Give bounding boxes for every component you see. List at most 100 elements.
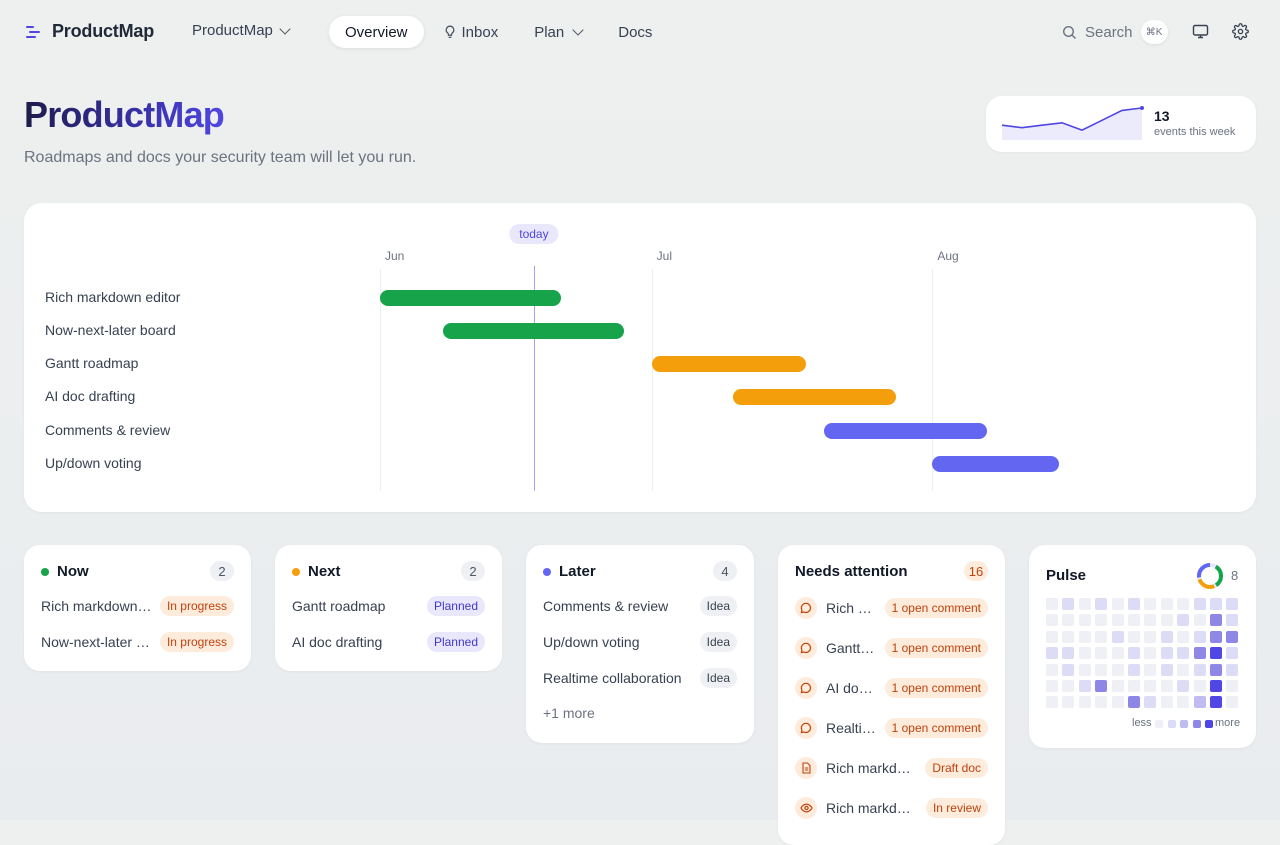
board-item[interactable]: Rich markdown editor In progress bbox=[41, 595, 234, 617]
attention-item[interactable]: Realtime collaboration 1 open comment bbox=[795, 716, 988, 740]
heatmap-cell bbox=[1160, 696, 1173, 709]
pulse-ring-icon bbox=[1197, 563, 1223, 589]
tab-inbox[interactable]: Inbox bbox=[428, 16, 515, 48]
roadmap-bar[interactable] bbox=[823, 423, 987, 439]
heatmap-cell bbox=[1226, 680, 1239, 692]
column-header: Next bbox=[292, 563, 341, 580]
roadmap-bar[interactable] bbox=[443, 323, 625, 339]
roadmap-row-label[interactable]: Now-next-later board bbox=[45, 322, 176, 338]
column-count: 4 bbox=[713, 561, 737, 581]
settings-button[interactable] bbox=[1231, 22, 1249, 40]
heatmap-cell bbox=[1078, 696, 1091, 709]
roadmap-row-label[interactable]: Comments & review bbox=[45, 422, 170, 438]
board-item[interactable]: Comments & review Idea bbox=[543, 595, 737, 617]
heatmap-cell bbox=[1128, 663, 1140, 676]
status-badge: In progress bbox=[159, 596, 234, 616]
attention-item[interactable]: Gantt roadmap 1 open comment bbox=[795, 636, 988, 660]
heatmap-cell bbox=[1128, 680, 1140, 692]
attention-item[interactable]: Rich markdown editor Draft doc bbox=[795, 756, 988, 780]
heatmap-cell bbox=[1128, 614, 1140, 627]
heatmap-cell bbox=[1111, 696, 1124, 709]
attention-badge: 1 open comment bbox=[884, 718, 988, 738]
tab-inbox-label: Inbox bbox=[461, 23, 499, 41]
attention-item[interactable]: AI doc drafting 1 open comment bbox=[795, 676, 988, 700]
roadmap-row-label[interactable]: Rich markdown editor bbox=[45, 289, 180, 305]
roadmap-row-label[interactable]: AI doc drafting bbox=[45, 388, 135, 404]
column-header: Now bbox=[41, 563, 89, 580]
status-badge: Idea bbox=[699, 632, 737, 652]
heatmap-cell bbox=[1128, 696, 1140, 709]
heatmap-cell bbox=[1177, 647, 1190, 660]
brand[interactable]: ProductMap bbox=[25, 21, 154, 42]
heatmap-cell bbox=[1160, 614, 1173, 627]
attention-item[interactable]: Rich markdown editor 1 open comment bbox=[795, 596, 988, 620]
roadmap-bar[interactable] bbox=[733, 389, 897, 405]
activity-card[interactable]: 13 events this week bbox=[986, 96, 1256, 152]
heatmap-cell bbox=[1062, 663, 1075, 676]
attention-badge: In review bbox=[925, 798, 988, 818]
roadmap-bar[interactable] bbox=[651, 356, 806, 372]
heatmap-cell bbox=[1144, 647, 1157, 660]
heatmap-cell bbox=[1160, 647, 1173, 660]
roadmap-bar[interactable] bbox=[380, 290, 562, 306]
heatmap-cell bbox=[1177, 696, 1190, 709]
legend-swatch bbox=[1192, 720, 1201, 728]
pulse-panel: Pulse 8 less more bbox=[1029, 545, 1256, 748]
tab-overview[interactable]: Overview bbox=[329, 16, 424, 48]
attention-item-title: Rich markdown editor bbox=[826, 760, 918, 776]
tab-plan[interactable]: Plan bbox=[518, 16, 598, 48]
eye-icon bbox=[795, 797, 817, 819]
board-column-now: Now 2 Rich markdown editor In progress N… bbox=[24, 545, 251, 671]
comment-icon bbox=[795, 597, 817, 619]
attention-badge: 1 open comment bbox=[884, 638, 988, 658]
heatmap-cell bbox=[1078, 663, 1091, 676]
heatmap-cell bbox=[1226, 598, 1239, 610]
board-item[interactable]: Realtime collaboration Idea bbox=[543, 667, 737, 689]
brand-logo-icon bbox=[25, 24, 41, 40]
attention-item[interactable]: Rich markdown editor In review bbox=[795, 796, 988, 820]
panel-title: Pulse bbox=[1046, 567, 1087, 584]
column-title: Now bbox=[57, 563, 89, 580]
chevron-down-icon bbox=[279, 22, 291, 35]
page-subtitle: Roadmaps and docs your security team wil… bbox=[24, 149, 417, 166]
heatmap-cell bbox=[1177, 663, 1190, 676]
board-item[interactable]: Up/down voting Idea bbox=[543, 631, 737, 653]
heatmap-cell bbox=[1128, 647, 1140, 660]
heatmap-cell bbox=[1226, 663, 1239, 676]
activity-sparkline bbox=[1001, 106, 1144, 140]
workspace-switcher[interactable]: ProductMap bbox=[192, 22, 291, 39]
board-item[interactable]: Gantt roadmap Planned bbox=[292, 595, 485, 617]
roadmap-row-label[interactable]: Up/down voting bbox=[45, 455, 142, 471]
display-button[interactable] bbox=[1191, 22, 1209, 40]
heatmap-cell bbox=[1226, 630, 1239, 643]
board-item-title: Gantt roadmap bbox=[292, 598, 386, 614]
panel-title: Needs attention bbox=[795, 563, 908, 580]
workspace-name: ProductMap bbox=[192, 22, 273, 39]
heatmap-cell bbox=[1144, 680, 1157, 692]
chevron-down-icon bbox=[572, 24, 584, 36]
tab-plan-label: Plan bbox=[534, 23, 565, 41]
attention-item-title: Realtime collaboration bbox=[826, 720, 877, 736]
heatmap-cell bbox=[1210, 696, 1222, 709]
board-column-later: Later 4 Comments & review Idea Up/down v… bbox=[526, 545, 754, 743]
heatmap-cell bbox=[1144, 614, 1157, 627]
heatmap-cell bbox=[1095, 663, 1108, 676]
roadmap-row-label[interactable]: Gantt roadmap bbox=[45, 355, 138, 371]
activity-label: events this week bbox=[1154, 126, 1236, 138]
board-item[interactable]: AI doc drafting Planned bbox=[292, 631, 485, 653]
search-button[interactable]: Search ⌘K bbox=[1062, 20, 1168, 44]
heatmap-cell bbox=[1078, 630, 1091, 643]
tab-docs[interactable]: Docs bbox=[602, 16, 668, 48]
search-shortcut: ⌘K bbox=[1140, 20, 1168, 44]
heatmap-cell bbox=[1046, 663, 1058, 676]
heatmap-cell bbox=[1177, 680, 1190, 692]
heatmap-cell bbox=[1210, 630, 1222, 643]
board-item-title: Comments & review bbox=[543, 598, 669, 614]
heatmap-cell bbox=[1062, 696, 1075, 709]
heatmap-cell bbox=[1226, 696, 1239, 709]
board-item[interactable]: Now-next-later board In progress bbox=[41, 631, 234, 653]
heatmap-cell bbox=[1095, 614, 1108, 627]
heatmap-cell bbox=[1210, 598, 1222, 610]
show-more-link[interactable]: +1 more bbox=[543, 705, 595, 721]
roadmap-bar[interactable] bbox=[932, 456, 1060, 472]
